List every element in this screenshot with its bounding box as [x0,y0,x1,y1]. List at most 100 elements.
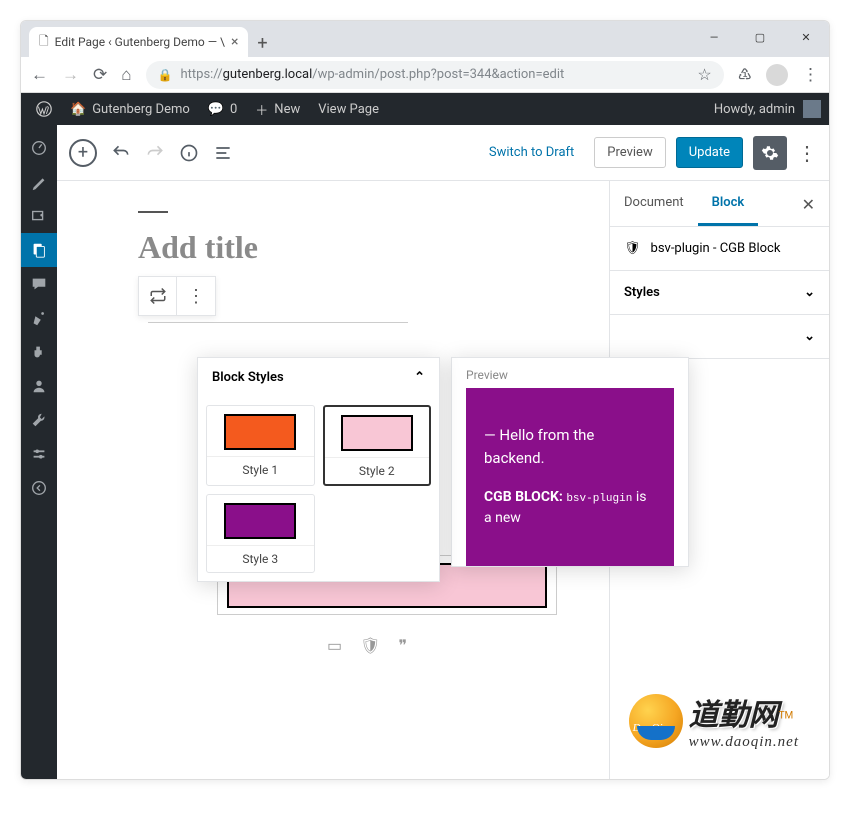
tab-title: Edit Page ‹ Gutenberg Demo — \ [55,35,225,49]
profile-avatar[interactable] [766,64,788,86]
tab-close-icon[interactable]: × [231,34,238,50]
site-name-link[interactable]: 🏠 Gutenberg Demo [61,93,199,125]
advanced-panel-toggle[interactable]: ⌄ [610,315,829,359]
chevron-down-icon: ⌄ [804,329,815,344]
block-bottom-icons: ▭ 🛡 ❞ [327,636,407,655]
styles-panel-label: Styles [624,285,660,300]
block-name-label: bsv-plugin - CGB Block [651,241,781,256]
style-label: Style 3 [207,545,314,572]
block-shield-icon[interactable]: 🛡 [360,636,380,655]
chevron-up-icon: ⌃ [414,370,425,385]
window-close-button[interactable]: ✕ [783,21,829,53]
page-icon: 🗋 [39,32,49,53]
rail-settings[interactable] [21,437,57,471]
rail-appearance[interactable] [21,301,57,335]
preview-cgb-code: bsv-plugin [566,493,632,505]
editor: + Switch to Draft Preview Update ⋮ [57,125,829,779]
block-selection-divider [148,322,408,323]
inspector-close-button[interactable]: ✕ [788,181,829,226]
preview-content: — Hello from the backend. CGB BLOCK: bsv… [466,388,674,566]
browser-tab[interactable]: 🗋 Edit Page ‹ Gutenberg Demo — \ × [29,27,248,57]
block-styles-title: Block Styles [212,370,284,385]
outline-button[interactable] [213,143,233,163]
comments-link[interactable]: 💬 0 [199,93,247,125]
reload-icon[interactable]: ⟳ [93,65,107,85]
rail-plugins[interactable] [21,335,57,369]
new-content-link[interactable]: ＋ New [246,93,309,125]
new-label: New [274,102,300,117]
more-menu-button[interactable]: ⋮ [797,141,817,165]
rail-comments[interactable] [21,267,57,301]
block-toolbar: ⋮ [138,276,216,316]
lock-icon: 🔒 [158,68,173,82]
shield-icon: 🛡 [624,241,641,256]
home-icon[interactable]: ⌂ [121,65,131,85]
url-field[interactable]: 🔒 https://gutenberg.local/wp-admin/post.… [146,61,724,89]
view-page-link[interactable]: View Page [309,93,388,125]
comment-icon: 💬 [208,102,224,117]
wp-logo[interactable] [27,93,61,125]
editor-canvas[interactable]: Add title ⋮ Block Styles ⌃ Style [57,181,609,779]
howdy-label[interactable]: Howdy, admin [714,102,795,117]
tab-document[interactable]: Document [610,181,698,226]
block-transform-button[interactable] [139,277,177,315]
block-more-button[interactable]: ⋮ [177,277,215,315]
style-swatch [224,414,296,450]
info-button[interactable] [179,143,199,163]
preview-cgb-label: CGB BLOCK: [484,489,563,505]
home-icon: 🏠 [70,102,86,117]
block-styles-popover: Block Styles ⌃ Style 1 Style 2 Style 3 [197,357,440,582]
title-divider [138,211,168,213]
minimize-button[interactable]: — [691,21,737,53]
rail-media[interactable] [21,199,57,233]
style-label: Style 2 [325,457,430,484]
style-preview-popover: Preview — Hello from the backend. CGB BL… [451,357,689,567]
rail-collapse[interactable] [21,471,57,505]
tab-block[interactable]: Block [698,181,759,226]
style-card[interactable]: Style 3 [206,494,315,573]
rail-dashboard[interactable] [21,131,57,165]
redo-button[interactable] [145,143,165,163]
back-icon[interactable]: ← [31,65,48,85]
block-info: 🛡 bsv-plugin - CGB Block [610,227,829,271]
extension-icon[interactable]: ♳ [738,65,752,84]
preview-button[interactable]: Preview [594,137,665,168]
block-quote-icon[interactable]: ❞ [398,636,407,655]
style-swatch [341,415,413,451]
style-swatch [224,503,296,539]
preview-line1: — Hello from the backend. [484,424,656,469]
user-avatar[interactable] [803,100,821,118]
settings-toggle-button[interactable] [753,136,787,170]
rail-posts[interactable] [21,165,57,199]
styles-panel-toggle[interactable]: Styles ⌄ [610,271,829,315]
block-styles-header[interactable]: Block Styles ⌃ [198,358,439,397]
address-bar: ← → ⟳ ⌂ 🔒 https://gutenberg.local/wp-adm… [21,57,829,93]
style-card[interactable]: Style 2 [323,405,432,486]
post-title-input[interactable]: Add title [138,229,538,266]
admin-left-rail [21,125,57,779]
wp-admin-bar: 🏠 Gutenberg Demo 💬 0 ＋ New View Page How… [21,93,829,125]
star-icon[interactable]: ☆ [697,65,711,84]
add-block-button[interactable]: + [69,139,97,167]
site-name-label: Gutenberg Demo [92,102,190,117]
preview-label: Preview [466,368,674,382]
chevron-down-icon: ⌄ [804,285,815,300]
undo-button[interactable] [111,143,131,163]
window-controls: — ▢ ✕ [691,21,829,53]
rail-users[interactable] [21,369,57,403]
switch-to-draft-button[interactable]: Switch to Draft [479,139,584,166]
comments-count: 0 [230,102,237,117]
rail-tools[interactable] [21,403,57,437]
plus-icon: ＋ [255,100,268,119]
new-tab-button[interactable]: + [248,29,276,57]
url-scheme: https:// [180,67,222,82]
forward-icon[interactable]: → [62,65,79,85]
browser-menu-icon[interactable]: ⋮ [802,65,819,85]
maximize-button[interactable]: ▢ [737,21,783,53]
update-button[interactable]: Update [676,137,743,168]
rail-pages[interactable] [21,233,57,267]
style-card[interactable]: Style 1 [206,405,315,486]
editor-topbar: + Switch to Draft Preview Update ⋮ [57,125,829,181]
url-path: /wp-admin/post.php?post=344&action=edit [312,67,564,82]
block-screen-icon[interactable]: ▭ [327,636,342,655]
